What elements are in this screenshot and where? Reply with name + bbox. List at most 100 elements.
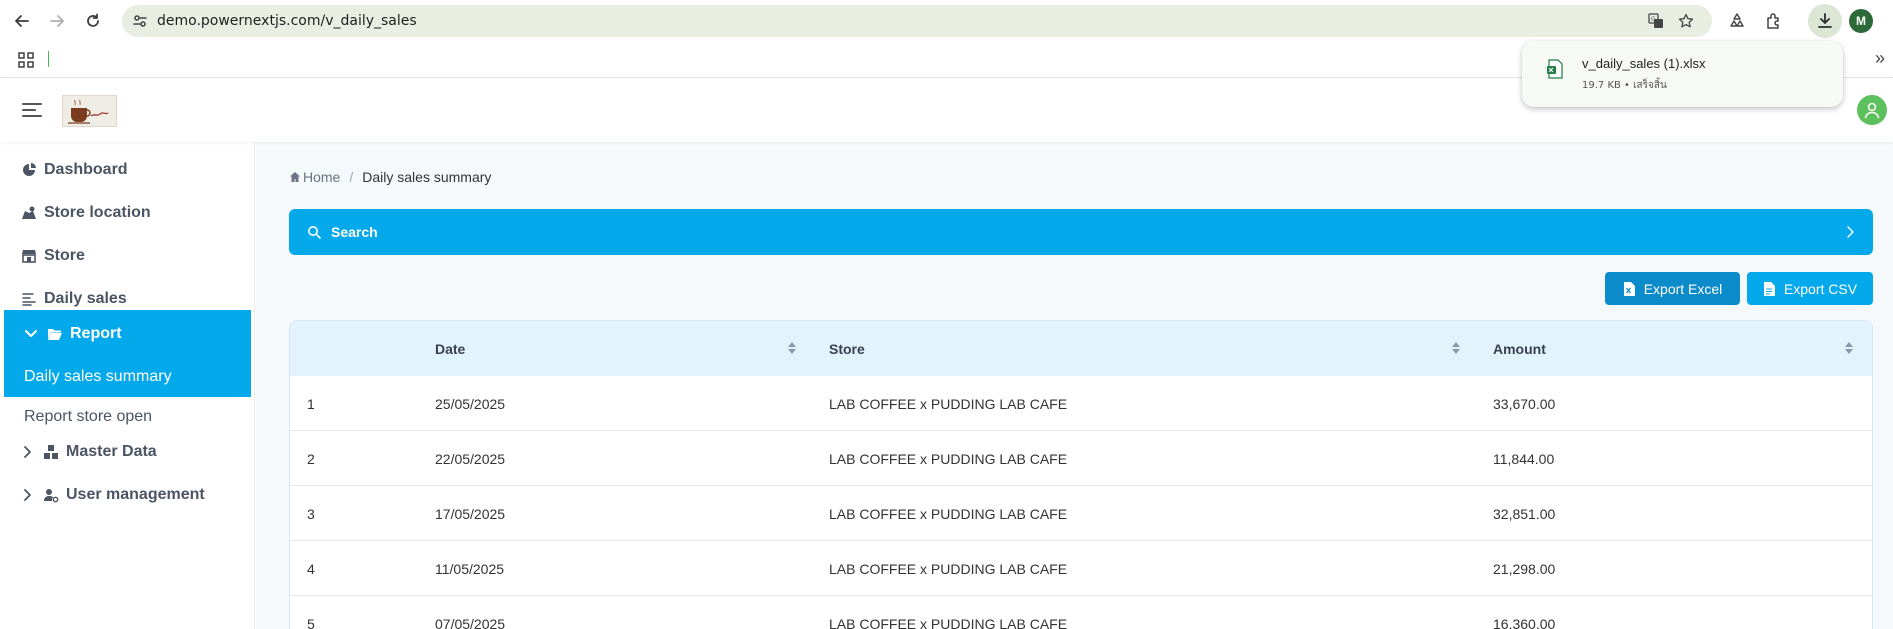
sidebar-item-store[interactable]: Store xyxy=(0,233,255,279)
cell-store: LAB COFFEE x PUDDING LAB CAFE xyxy=(829,615,1068,629)
translate-icon[interactable]: G xyxy=(1648,13,1664,29)
cell-date: 17/05/2025 xyxy=(435,505,506,522)
sidebar-subitem-label: Daily sales summary xyxy=(24,368,172,385)
sidebar-item-label: User management xyxy=(66,486,205,503)
sidebar-item-label: Daily sales xyxy=(44,290,127,307)
cell-store: LAB COFFEE x PUDDING LAB CAFE xyxy=(829,560,1068,577)
chevron-right-icon xyxy=(20,444,36,460)
download-file-name[interactable]: v_daily_sales (1).xlsx xyxy=(1582,56,1706,71)
cell-amount: 32,851.00 xyxy=(1493,505,1556,522)
table-header: Date Store Amount xyxy=(290,321,1872,376)
url-text[interactable]: demo.powernextjs.com/v_daily_sales xyxy=(157,13,417,29)
bookmarks-divider xyxy=(48,51,49,67)
cell-date: 11/05/2025 xyxy=(435,560,505,577)
file-csv-icon xyxy=(1763,281,1775,296)
bookmark-star-icon[interactable] xyxy=(1678,13,1694,29)
sidebar-subitem-label: Report store open xyxy=(24,408,153,425)
cell-store: LAB COFFEE x PUDDING LAB CAFE xyxy=(829,450,1068,467)
sidebar: Dashboard Store location Store Daily sal… xyxy=(0,142,255,629)
sort-icon[interactable] xyxy=(787,341,797,355)
cell-amount: 11,844.00 xyxy=(1493,450,1555,467)
chevron-right-icon xyxy=(20,487,36,503)
cell-no: 1 xyxy=(307,395,315,412)
table-row[interactable]: 3 17/05/2025 LAB COFFEE x PUDDING LAB CA… xyxy=(290,486,1872,541)
cell-no: 2 xyxy=(307,450,315,467)
recycle-extension-icon[interactable] xyxy=(1725,9,1749,33)
sidebar-item-user-management[interactable]: User management xyxy=(0,472,255,518)
sort-icon[interactable] xyxy=(1844,341,1854,355)
sidebar-item-report[interactable]: Report xyxy=(4,310,251,358)
back-icon[interactable] xyxy=(10,9,34,33)
download-meta: 19.7 KB • เสร็จสิ้น xyxy=(1582,80,1667,91)
sidebar-subitem-daily-sales-summary[interactable]: Daily sales summary xyxy=(4,357,251,397)
export-excel-button[interactable]: Export Excel xyxy=(1605,272,1740,305)
cell-amount: 21,298.00 xyxy=(1493,560,1556,577)
table-row[interactable]: 4 11/05/2025 LAB COFFEE x PUDDING LAB CA… xyxy=(290,541,1872,596)
breadcrumb-current: Daily sales summary xyxy=(362,169,492,185)
breadcrumb-home-link[interactable]: Home xyxy=(289,169,340,185)
sort-icon[interactable] xyxy=(1451,341,1461,355)
extensions-icon[interactable] xyxy=(1762,9,1786,33)
store-icon xyxy=(20,247,38,265)
reload-icon[interactable] xyxy=(81,9,105,33)
column-header-store[interactable]: Store xyxy=(829,321,865,376)
breadcrumb: Home / Daily sales summary xyxy=(289,169,491,185)
home-icon xyxy=(290,172,300,182)
svg-text:G: G xyxy=(1651,16,1656,23)
cell-no: 3 xyxy=(307,505,315,522)
column-header-date[interactable]: Date xyxy=(435,321,465,376)
breadcrumb-home-label[interactable]: Home xyxy=(303,169,340,185)
pie-chart-icon xyxy=(20,161,38,179)
cell-store: LAB COFFEE x PUDDING LAB CAFE xyxy=(829,505,1068,522)
excel-file-icon xyxy=(1546,59,1564,79)
chevron-right-icon xyxy=(1843,225,1857,239)
map-marker-icon xyxy=(20,204,38,222)
forward-icon[interactable] xyxy=(45,9,69,33)
cell-no: 4 xyxy=(307,560,315,577)
cell-amount: 16,360.00 xyxy=(1493,615,1556,629)
cell-date: 22/05/2025 xyxy=(435,450,506,467)
cell-store: LAB COFFEE x PUDDING LAB CAFE xyxy=(829,395,1068,412)
bar-list-icon xyxy=(20,290,38,308)
cell-no: 5 xyxy=(307,615,315,629)
cubes-icon xyxy=(42,443,60,461)
search-icon xyxy=(307,225,321,239)
table-row[interactable]: 1 25/05/2025 LAB COFFEE x PUDDING LAB CA… xyxy=(290,376,1872,431)
column-header-amount[interactable]: Amount xyxy=(1493,321,1546,376)
export-excel-label: Export Excel xyxy=(1643,280,1723,297)
apps-grid-icon[interactable] xyxy=(18,52,34,68)
site-settings-icon[interactable] xyxy=(132,13,148,29)
browser-toolbar: demo.powernextjs.com/v_daily_sales G M xyxy=(0,0,1893,42)
table-row[interactable]: 5 07/05/2025 LAB COFFEE x PUDDING LAB CA… xyxy=(290,596,1872,629)
sidebar-item-label: Dashboard xyxy=(44,161,128,178)
sidebar-item-store-location[interactable]: Store location xyxy=(0,190,255,236)
folder-open-icon xyxy=(46,325,64,343)
sidebar-item-dashboard[interactable]: Dashboard xyxy=(0,147,255,193)
table-row[interactable]: 2 22/05/2025 LAB COFFEE x PUDDING LAB CA… xyxy=(290,431,1872,486)
address-bar[interactable]: demo.powernextjs.com/v_daily_sales G xyxy=(122,5,1712,37)
cell-amount: 33,670.00 xyxy=(1493,395,1556,412)
coffee-shop-logo[interactable] xyxy=(62,95,117,127)
breadcrumb-separator: / xyxy=(349,169,354,185)
user-avatar-icon[interactable] xyxy=(1857,95,1887,125)
sidebar-item-master-data[interactable]: Master Data xyxy=(0,429,255,475)
sidebar-item-label: Store location xyxy=(44,204,151,221)
sidebar-item-label: Store xyxy=(44,247,85,264)
main-content: Home / Daily sales summary Search Export… xyxy=(256,142,1893,629)
cell-date: 07/05/2025 xyxy=(435,615,506,629)
export-csv-label: Export CSV xyxy=(1783,280,1858,297)
search-label: Search xyxy=(331,224,378,240)
bookmarks-overflow-button[interactable]: » xyxy=(1875,48,1885,69)
sidebar-item-label: Report xyxy=(70,325,122,342)
download-popup[interactable]: v_daily_sales (1).xlsx 19.7 KB • เสร็จสิ… xyxy=(1522,41,1843,107)
export-csv-button[interactable]: Export CSV xyxy=(1747,272,1873,305)
user-cog-icon xyxy=(42,486,60,504)
file-excel-icon xyxy=(1623,281,1635,296)
search-panel-toggle[interactable]: Search xyxy=(289,209,1873,255)
chevron-down-icon xyxy=(24,326,40,342)
menu-toggle-icon[interactable] xyxy=(22,101,42,119)
browser-profile-avatar[interactable]: M xyxy=(1849,9,1873,33)
download-icon[interactable] xyxy=(1808,4,1842,38)
cell-date: 25/05/2025 xyxy=(435,395,506,412)
sidebar-item-label: Master Data xyxy=(66,443,157,460)
